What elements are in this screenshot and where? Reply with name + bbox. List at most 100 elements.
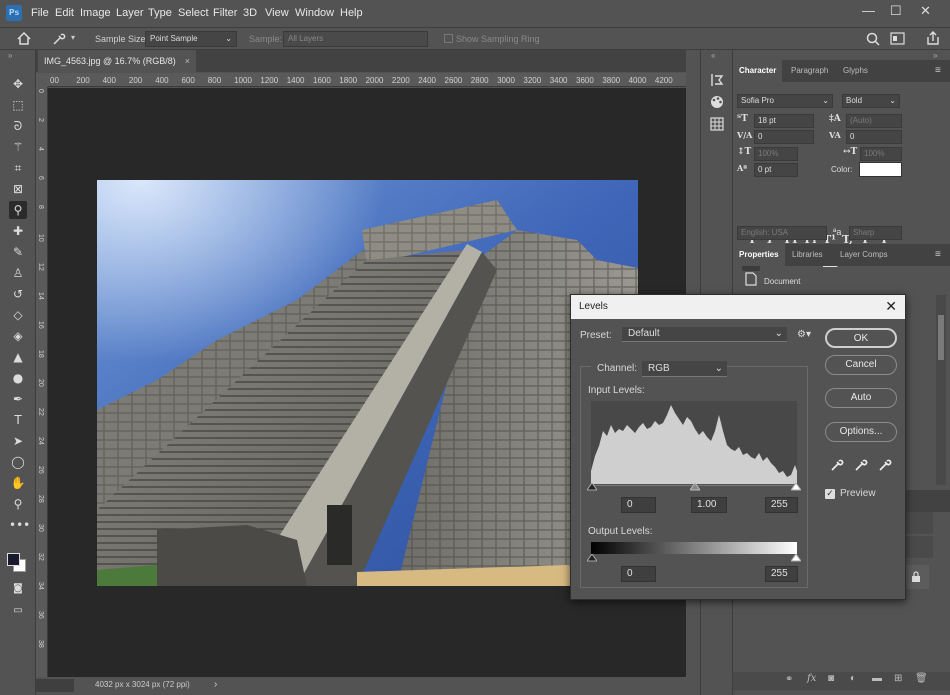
crop-tool-icon[interactable]: ⌗ [9, 159, 27, 177]
blur-tool-icon[interactable]: ▲ [9, 348, 27, 366]
collapse-dock-icon[interactable]: « [711, 51, 715, 60]
white-point-eyedropper-icon[interactable] [878, 458, 892, 472]
language-select[interactable]: English: USA [737, 226, 827, 240]
vertical-scale-field[interactable]: 100% [754, 147, 798, 161]
home-icon[interactable] [17, 32, 31, 45]
quick-mask-icon[interactable]: ◙ [9, 580, 27, 598]
more-tools-icon[interactable]: ••• [9, 516, 30, 534]
preset-select[interactable]: Default ⌄ [622, 327, 787, 342]
layer-mask-icon[interactable]: ◙ [828, 673, 834, 684]
tab-layer-comps[interactable]: Layer Comps [834, 244, 894, 266]
menu-3d[interactable]: 3D [243, 7, 257, 19]
leading-field[interactable]: (Auto) [846, 114, 902, 128]
frame-tool-icon[interactable]: ⊠ [9, 180, 27, 198]
menu-edit[interactable]: Edit [55, 7, 74, 19]
status-chevron-icon[interactable]: › [214, 679, 217, 690]
paint-bucket-tool-icon[interactable]: ◈ [9, 327, 27, 345]
history-brush-tool-icon[interactable]: ↺ [9, 285, 27, 303]
eyedropper-tool-icon[interactable] [52, 32, 66, 46]
input-gamma-field[interactable]: 1.00 [691, 497, 727, 513]
input-black-field[interactable]: 0 [621, 497, 656, 513]
close-window-icon[interactable]: ✕ [920, 3, 931, 19]
tab-character[interactable]: Character [733, 60, 783, 82]
healing-brush-tool-icon[interactable]: ✚ [9, 222, 27, 240]
tracking-field[interactable]: 0 [846, 130, 902, 144]
channel-select[interactable]: RGB ⌄ [642, 361, 727, 377]
output-black-field[interactable]: 0 [621, 566, 656, 582]
show-sampling-ring-checkbox[interactable] [444, 34, 453, 43]
close-tab-icon[interactable]: × [185, 50, 190, 72]
collapse-toolbar-icon[interactable]: » [8, 51, 12, 60]
panel-menu-icon[interactable]: ≡ [935, 249, 941, 260]
output-black-slider[interactable] [587, 554, 597, 562]
eraser-tool-icon[interactable]: ◇ [9, 306, 27, 324]
options-button[interactable]: Options... [825, 422, 897, 442]
layer-style-icon[interactable]: fx [807, 673, 816, 684]
menu-filter[interactable]: Filter [213, 7, 237, 19]
document-image[interactable] [97, 180, 638, 586]
menu-file[interactable]: File [31, 7, 49, 19]
text-color-swatch[interactable] [859, 162, 902, 177]
levels-title-bar[interactable]: Levels [571, 295, 905, 319]
clone-stamp-tool-icon[interactable]: ♙ [9, 264, 27, 282]
color-panel-icon[interactable] [709, 94, 725, 110]
restore-icon[interactable]: ☐ [890, 3, 902, 19]
preset-options-gear-icon[interactable]: ⚙▾ [797, 329, 811, 340]
baseline-shift-field[interactable]: 0 pt [754, 163, 798, 177]
horizontal-scale-field[interactable]: 100% [860, 147, 902, 161]
sample-size-select[interactable]: Point Sample ⌄ [145, 31, 237, 47]
black-point-eyedropper-icon[interactable] [830, 458, 844, 472]
tab-paragraph[interactable]: Paragraph [785, 60, 834, 82]
tab-libraries[interactable]: Libraries [786, 244, 829, 266]
levels-close-icon[interactable]: ✕ [885, 298, 897, 315]
ellipse-tool-icon[interactable]: ◯ [9, 453, 27, 471]
font-size-field[interactable]: 18 pt [754, 114, 814, 128]
kerning-field[interactable]: 0 [754, 130, 814, 144]
vertical-ruler[interactable]: 0 2 4 6 8 10 12 14 16 18 20 22 24 26 28 30 32 34 36 38 [36, 87, 48, 677]
search-icon[interactable] [866, 32, 880, 46]
collapse-panels-icon[interactable]: » [933, 51, 937, 60]
menu-view[interactable]: View [265, 7, 289, 19]
screen-mode-icon[interactable]: ▭ [9, 602, 27, 620]
input-white-field[interactable]: 255 [765, 497, 798, 513]
group-layers-icon[interactable]: ▬ [872, 673, 882, 684]
pen-tool-icon[interactable]: ✒ [9, 390, 27, 408]
share-icon[interactable] [926, 31, 940, 46]
tab-properties[interactable]: Properties [733, 244, 785, 266]
menu-help[interactable]: Help [340, 7, 363, 19]
magic-wand-tool-icon[interactable]: ⚚ [9, 138, 27, 156]
adjustment-layer-icon[interactable]: ◐ [850, 673, 856, 684]
swatches-panel-icon[interactable] [709, 116, 725, 132]
font-style-select[interactable]: Bold ⌄ [842, 94, 900, 108]
brush-tool-icon[interactable]: ✎ [9, 243, 27, 261]
cancel-button[interactable]: Cancel [825, 355, 897, 375]
ruler-origin[interactable] [36, 73, 48, 87]
menu-image[interactable]: Image [80, 7, 111, 19]
history-panel-icon[interactable] [709, 72, 725, 88]
menu-layer[interactable]: Layer [116, 7, 144, 19]
type-tool-icon[interactable]: T [9, 411, 27, 429]
move-tool-icon[interactable]: ✥ [9, 75, 27, 93]
input-white-slider[interactable] [791, 483, 801, 491]
zoom-tool-icon[interactable]: ⚲ [9, 495, 27, 513]
panel-menu-icon[interactable]: ≡ [935, 65, 941, 76]
menu-window[interactable]: Window [295, 7, 334, 19]
output-white-field[interactable]: 255 [765, 566, 798, 582]
foreground-color-swatch[interactable] [7, 553, 20, 566]
menu-type[interactable]: Type [148, 7, 172, 19]
input-gamma-slider[interactable] [690, 483, 700, 491]
tab-glyphs[interactable]: Glyphs [837, 60, 874, 82]
path-selection-tool-icon[interactable]: ➤ [9, 432, 27, 450]
link-layers-icon[interactable]: ⚭ [785, 674, 793, 685]
auto-button[interactable]: Auto [825, 388, 897, 408]
workspace-icon[interactable] [890, 32, 906, 46]
zoom-level-field[interactable] [36, 679, 74, 692]
menu-select[interactable]: Select [178, 7, 209, 19]
dodge-tool-icon[interactable]: ● [9, 369, 27, 387]
ok-button[interactable]: OK [825, 328, 897, 348]
document-tab[interactable]: IMG_4563.jpg @ 16.7% (RGB/8) × [38, 50, 196, 72]
preview-checkbox[interactable]: ✓ [825, 489, 835, 499]
marquee-tool-icon[interactable]: ⬚ [9, 96, 27, 114]
new-layer-icon[interactable]: ⊞ [894, 673, 902, 684]
sample-select[interactable]: All Layers [283, 31, 428, 47]
